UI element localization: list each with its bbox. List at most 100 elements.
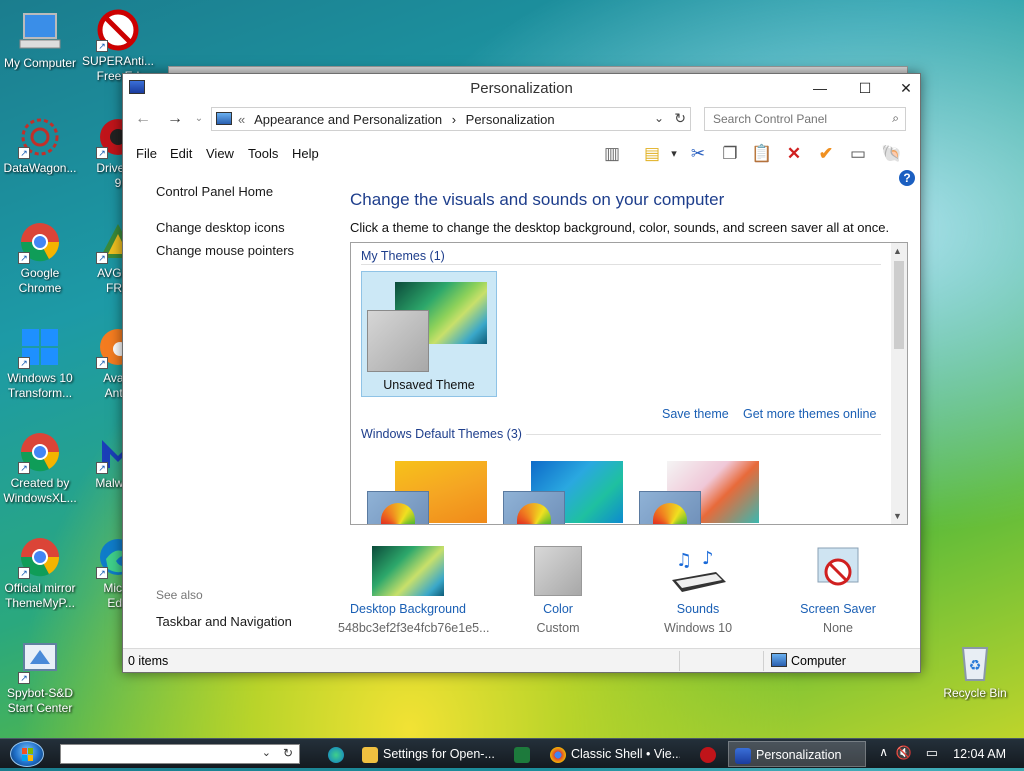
desktop-icon-official-mirror[interactable]: ↗ Official mirror ThemeMyP... — [0, 535, 80, 611]
breadcrumb-personalization[interactable]: Personalization — [466, 112, 555, 127]
taskbar-task-classic-shell[interactable]: Classic Shell • Vie... — [544, 741, 680, 767]
control-panel-icon — [735, 747, 751, 764]
address-dropdown-icon[interactable]: ⌄ — [654, 111, 664, 125]
taskbar-clock[interactable]: 12:04 AM — [953, 747, 1006, 761]
paste-icon[interactable]: 📋 — [751, 143, 773, 165]
menu-view[interactable]: View — [206, 146, 234, 161]
shortcut-arrow-icon: ↗ — [96, 40, 108, 52]
desktop-icon-recycle-bin[interactable]: ♻ Recycle Bin — [935, 640, 1015, 701]
cut-icon[interactable]: ✂ — [687, 143, 709, 165]
forward-arrow-icon[interactable]: → — [165, 109, 185, 129]
help-icon[interactable]: ? — [899, 170, 915, 186]
taskbar-task-personalization[interactable]: Personalization — [728, 741, 866, 767]
scrollbar-thumb[interactable] — [894, 261, 904, 349]
copy-icon[interactable]: ❐ — [719, 143, 741, 165]
desktop-background-label[interactable]: Desktop Background — [338, 602, 478, 616]
refresh-icon[interactable]: ↻ — [283, 746, 293, 760]
item-count: 0 items — [128, 654, 169, 668]
close-button[interactable]: ✕ — [885, 74, 927, 103]
recent-dropdown-icon[interactable]: ⌄ — [189, 109, 209, 129]
control-panel-home-link[interactable]: Control Panel Home — [156, 184, 273, 199]
change-mouse-pointers-link[interactable]: Change mouse pointers — [156, 243, 294, 258]
scroll-up-icon[interactable]: ▲ — [893, 246, 902, 256]
search-icon[interactable]: ⌕ — [892, 111, 899, 126]
theme-list[interactable]: My Themes (1) Unsaved Theme Save theme G… — [350, 242, 908, 525]
taskbar-navigation-link[interactable]: Taskbar and Navigation — [156, 614, 292, 629]
search-dropdown-icon[interactable]: ⌄ — [262, 746, 271, 759]
select-all-icon[interactable]: ✔ — [815, 143, 837, 165]
svg-text:♫: ♫ — [676, 550, 692, 571]
layout-pane-icon[interactable]: ▥ — [601, 143, 623, 165]
refresh-icon[interactable]: ↻ — [674, 110, 686, 127]
taskbar-search-input[interactable] — [61, 745, 261, 763]
color-swatch-preview — [534, 546, 582, 596]
desktop-icon-created-by[interactable]: ↗ Created by WindowsXL... — [0, 430, 80, 506]
unsaved-theme-tile[interactable]: Unsaved Theme — [361, 271, 497, 397]
search-box[interactable]: ⌕ — [704, 107, 906, 131]
driver-booster-taskbar-button[interactable] — [694, 741, 716, 767]
theme-list-scrollbar[interactable]: ▲ ▼ — [891, 243, 907, 524]
excel-taskbar-button[interactable] — [508, 741, 530, 767]
get-more-themes-link[interactable]: Get more themes online — [743, 407, 876, 421]
start-button[interactable] — [10, 741, 44, 767]
spybot-icon: ↗ — [18, 640, 62, 684]
address-row: ← → ⌄ « Appearance and Personalization ›… — [123, 105, 920, 133]
shortcut-arrow-icon: ↗ — [96, 462, 108, 474]
minimize-button[interactable]: — — [799, 74, 841, 103]
change-desktop-icons-link[interactable]: Change desktop icons — [156, 220, 285, 235]
color-label[interactable]: Color — [488, 602, 628, 616]
desktop-icon-label: Recycle Bin — [943, 686, 1007, 700]
desktop-icon-datawagon[interactable]: ↗ DataWagon... — [0, 115, 80, 176]
desktop-background-item[interactable]: Desktop Background 548bc3ef2f3e4fcb76e1e… — [338, 546, 490, 635]
toolbar: ▥ ▤ ▾ ✂ ❐ 📋 ✕ ✔ ▭ 🐚 — [593, 140, 920, 166]
taskbar-search-box[interactable]: ⌄ ↻ — [60, 744, 300, 764]
content-area: ? Control Panel Home Change desktop icon… — [123, 170, 920, 648]
title-bar[interactable]: Personalization — ☐ ✕ — [123, 74, 920, 103]
shortcut-arrow-icon: ↗ — [18, 357, 30, 369]
desktop-icon-windows10-transform[interactable]: ↗ Windows 10 Transform... — [0, 325, 80, 401]
windows-logo-icon: ↗ — [18, 325, 62, 369]
menu-tools[interactable]: Tools — [248, 146, 278, 161]
network-icon[interactable]: ▭ — [926, 745, 938, 761]
desktop-icon-my-computer[interactable]: My Computer — [0, 10, 80, 71]
theme-tile-windows[interactable] — [363, 461, 493, 524]
folder-icon — [362, 746, 378, 763]
breadcrumb-appearance[interactable]: Appearance and Personalization — [254, 112, 442, 127]
desktop-icon-spybot[interactable]: ↗ Spybot-S&D Start Center — [0, 640, 80, 716]
breadcrumb-separator[interactable]: › — [452, 112, 456, 127]
desktop-icon-label: Transform... — [7, 386, 73, 400]
folder-options-icon[interactable]: ▤ — [641, 143, 663, 165]
search-input[interactable] — [711, 109, 881, 129]
maximize-button[interactable]: ☐ — [844, 74, 886, 103]
shortcut-arrow-icon: ↗ — [18, 672, 30, 684]
status-divider — [763, 651, 764, 671]
scroll-down-icon[interactable]: ▼ — [893, 511, 902, 521]
menu-edit[interactable]: Edit — [170, 146, 192, 161]
back-arrow-icon[interactable]: ← — [133, 109, 153, 129]
volume-muted-icon[interactable]: 🔇 — [896, 745, 912, 761]
save-theme-link[interactable]: Save theme — [662, 407, 729, 421]
delete-icon[interactable]: ✕ — [783, 143, 805, 165]
sounds-item[interactable]: ♫ ♪ Sounds Windows 10 — [628, 546, 768, 635]
address-bar[interactable]: « Appearance and Personalization › Perso… — [211, 107, 691, 131]
screen-saver-item[interactable]: Screen Saver None — [768, 546, 908, 635]
edge-taskbar-button[interactable] — [322, 741, 344, 767]
color-item[interactable]: Color Custom — [488, 546, 628, 635]
taskbar-task-settings[interactable]: Settings for Open-... — [356, 741, 494, 767]
menu-help[interactable]: Help — [292, 146, 319, 161]
screen-saver-label[interactable]: Screen Saver — [768, 602, 908, 616]
properties-icon[interactable]: ▭ — [847, 143, 869, 165]
desktop-icon-label: Start Center — [7, 701, 73, 715]
theme-tile-flowers[interactable] — [635, 461, 765, 524]
breadcrumb-chevrons[interactable]: « — [238, 112, 245, 127]
shell-icon[interactable]: 🐚 — [881, 143, 903, 165]
desktop-icon-google-chrome[interactable]: ↗ Google Chrome — [0, 220, 80, 296]
show-hidden-icons-icon[interactable]: ∧ — [879, 745, 888, 759]
options-dropdown-icon[interactable]: ▾ — [663, 143, 685, 165]
desktop-icon-label: WindowsXL... — [3, 491, 77, 505]
color-value: Custom — [536, 621, 580, 635]
sounds-label[interactable]: Sounds — [628, 602, 768, 616]
menu-file[interactable]: File — [136, 146, 157, 161]
theme-tile-windows-10[interactable] — [499, 461, 629, 524]
desktop-icon-label: Created by — [10, 476, 70, 490]
